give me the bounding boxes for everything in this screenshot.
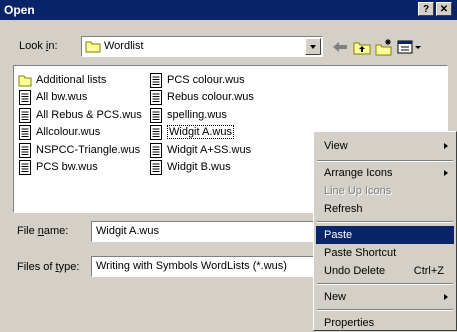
list-item[interactable]: spelling.wus (149, 107, 227, 123)
title-bar[interactable]: Open ? ✕ (0, 0, 457, 20)
document-icon (150, 107, 162, 123)
new-folder-icon[interactable] (374, 38, 394, 56)
menu-item-paste[interactable]: Paste (316, 226, 454, 244)
window-title: Open (4, 3, 35, 17)
menu-item-new[interactable]: New (316, 288, 454, 306)
folder-icon (85, 41, 101, 53)
document-icon (19, 124, 31, 140)
context-menu: View Arrange Icons Line Up Icons Refresh… (313, 131, 457, 331)
menu-item-view[interactable]: View (316, 137, 454, 155)
files-of-type-label: Files of type: (17, 261, 80, 273)
chevron-down-icon (310, 45, 316, 49)
menu-item-refresh[interactable]: Refresh (316, 200, 454, 218)
menu-item-properties[interactable]: Properties (316, 314, 454, 332)
list-item[interactable]: NSPCC-Triangle.wus (18, 142, 140, 158)
document-icon (150, 89, 162, 105)
document-icon (19, 89, 31, 105)
menu-item-paste-shortcut[interactable]: Paste Shortcut (316, 244, 454, 262)
document-icon (19, 142, 31, 158)
menu-item-undo-delete[interactable]: Undo Delete Ctrl+Z (316, 262, 454, 280)
look-in-label: Look in: (19, 40, 58, 52)
look-in-value: Wordlist (104, 40, 144, 52)
list-item[interactable]: All Rebus & PCS.wus (18, 107, 142, 123)
document-icon (150, 142, 162, 158)
menu-separator (317, 221, 453, 223)
submenu-arrow-icon (444, 143, 448, 149)
menu-separator (317, 160, 453, 162)
look-in-dropdown[interactable]: Wordlist (81, 36, 323, 57)
list-item[interactable]: Allcolour.wus (18, 124, 100, 140)
look-in-dropdown-button[interactable] (305, 38, 321, 55)
menu-item-arrange-icons[interactable]: Arrange Icons (316, 164, 454, 182)
folder-icon (18, 75, 32, 86)
list-item[interactable]: All bw.wus (18, 89, 87, 105)
document-icon (150, 72, 162, 88)
menu-item-line-up-icons: Line Up Icons (324, 185, 392, 197)
help-button[interactable]: ? (418, 2, 434, 16)
list-item[interactable]: Widgit B.wus (149, 159, 231, 175)
document-icon (19, 107, 31, 123)
list-item-selected[interactable]: Widgit A.wus (149, 124, 234, 140)
shortcut-text: Ctrl+Z (413, 265, 444, 277)
list-item-folder[interactable]: Additional lists (18, 72, 106, 88)
document-icon (150, 159, 162, 175)
back-arrow-icon[interactable] (330, 38, 350, 56)
list-item[interactable]: PCS colour.wus (149, 72, 245, 88)
list-item[interactable]: PCS bw.wus (18, 159, 98, 175)
list-item[interactable]: Rebus colour.wus (149, 89, 254, 105)
menu-separator (317, 309, 453, 311)
file-name-label: File name: (17, 225, 69, 237)
document-icon (19, 159, 31, 175)
view-menu-icon[interactable] (396, 38, 424, 56)
up-one-level-icon[interactable] (352, 38, 372, 56)
document-icon (150, 124, 162, 140)
open-dialog: Open ? ✕ Look in: Wordlist Additional li (0, 0, 457, 331)
menu-separator (317, 283, 453, 285)
submenu-arrow-icon (444, 294, 448, 300)
submenu-arrow-icon (444, 170, 448, 176)
close-button[interactable]: ✕ (436, 2, 452, 16)
list-item[interactable]: Widgit A+SS.wus (149, 142, 251, 158)
